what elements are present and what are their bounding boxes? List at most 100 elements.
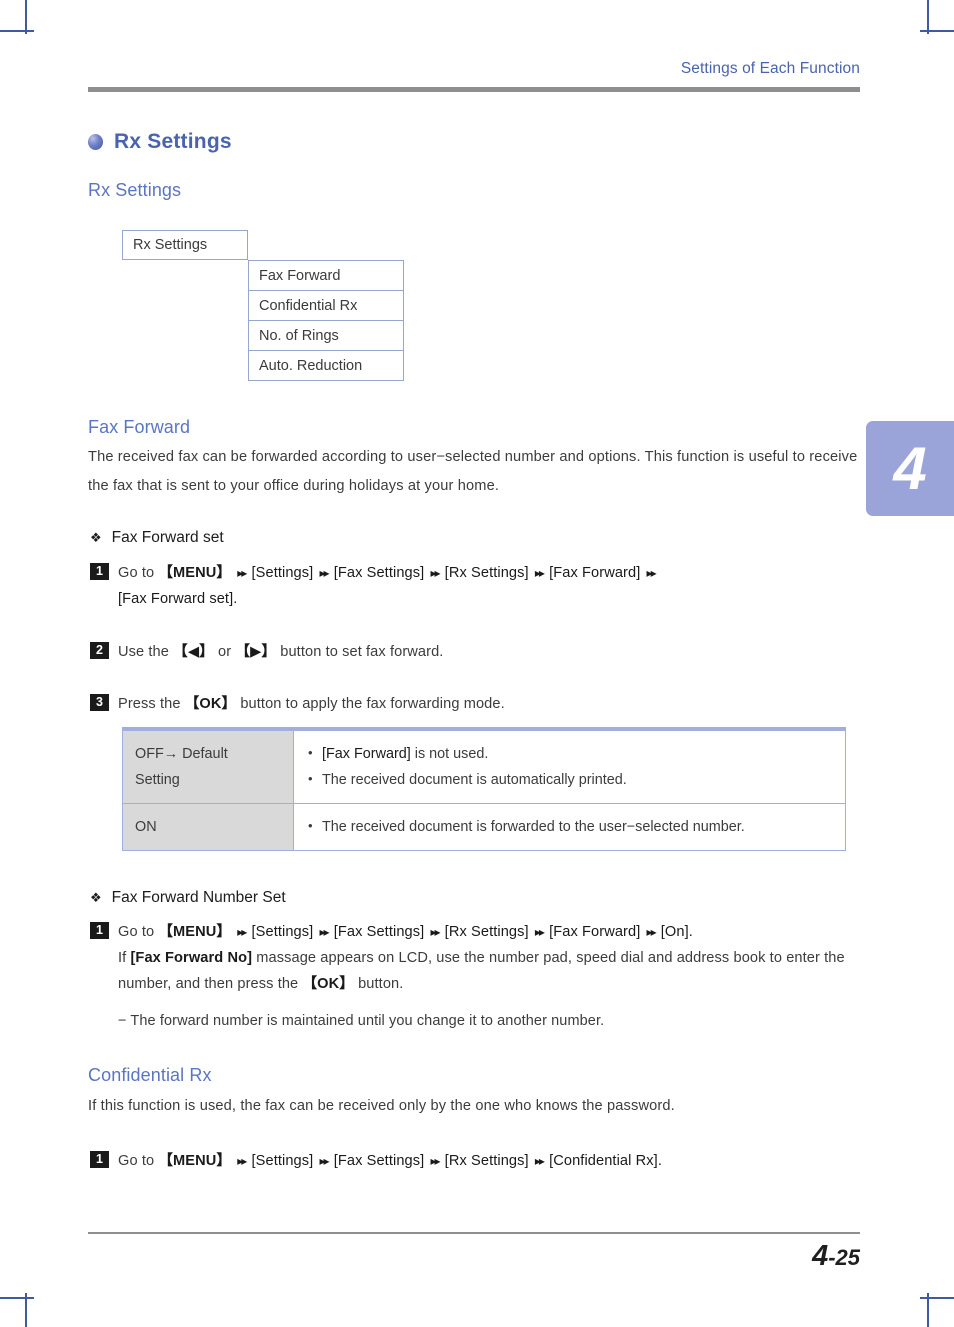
page-title: Rx Settings <box>114 130 232 153</box>
menu-map-children: Fax Forward Confidential Rx No. of Rings… <box>248 260 404 381</box>
subsection-heading-confidential-rx: Confidential Rx <box>88 1065 212 1085</box>
path-arrow-icon: ▸▸ <box>319 1154 329 1168</box>
step-item: 1 Go to 【MENU】 ▸▸ [Settings] ▸▸ [Fax Set… <box>90 1148 880 1174</box>
path-arrow-icon: ▸▸ <box>237 925 247 939</box>
path-arrow-icon: ▸▸ <box>646 925 657 939</box>
step-number-badge: 2 <box>90 642 109 659</box>
table-cell-key: OFF→ Default Setting <box>122 729 294 804</box>
step-tail: button to set fax forward. <box>280 644 444 660</box>
crop-mark-top-right-horizontal <box>920 30 954 32</box>
path-segment: [Rx Settings] <box>444 565 529 581</box>
table-row: OFF→ Default Setting [Fax Forward] is no… <box>122 729 846 804</box>
path-segment: [Fax Forward] <box>549 565 641 581</box>
path-segment: [Settings] <box>251 924 314 940</box>
path-arrow-icon: ▸▸ <box>430 566 440 580</box>
step-text: Go to 【MENU】 ▸▸ [Settings] ▸▸ [Fax Setti… <box>118 560 657 612</box>
menu-map-item: Confidential Rx <box>249 291 403 321</box>
path-segment: [Fax Settings] <box>333 1153 425 1169</box>
subsection-heading-fax-forward: Fax Forward <box>88 417 191 437</box>
path-segment: [Fax Settings] <box>333 565 425 581</box>
step-item: 2 Use the 【◀】 or 【▶】 button to set fax f… <box>90 639 790 665</box>
step-number-badge: 1 <box>90 563 109 580</box>
path-segment: [Rx Settings] <box>444 924 529 940</box>
path-segment: [Fax Settings] <box>333 924 425 940</box>
diamond-icon: ❖ <box>90 890 102 905</box>
path-arrow-icon: ▸▸ <box>534 1154 545 1168</box>
step-number-badge: 3 <box>90 694 109 711</box>
table-cell-value: The received document is forwarded to th… <box>294 804 846 851</box>
path-arrow-icon: ▸▸ <box>237 1154 247 1168</box>
path-segment: [Fax Forward] <box>549 924 641 940</box>
path-segment: [Settings] <box>251 1153 314 1169</box>
menu-map-parent: Rx Settings <box>122 230 248 260</box>
page-folio: 4-25 <box>812 1240 860 1273</box>
crop-mark-top-left-horizontal <box>0 30 34 32</box>
key-term: [Fax Forward No] <box>130 950 253 966</box>
path-segment: [Confidential Rx]. <box>549 1153 662 1169</box>
footer-rule <box>88 1232 860 1234</box>
step-line-lead: If <box>118 950 127 966</box>
key-ok: 【OK】 <box>302 976 354 992</box>
path-arrow-icon: ▸▸ <box>237 566 247 580</box>
step-line-tail: button. <box>358 976 404 992</box>
step-text: Go to 【MENU】 ▸▸ [Settings] ▸▸ [Fax Setti… <box>118 919 880 997</box>
crop-mark-bottom-left-horizontal <box>0 1297 34 1299</box>
key-term: [Fax Forward] <box>322 746 411 762</box>
subhead-label: Fax Forward Number Set <box>111 889 286 906</box>
crop-mark-top-right-vertical <box>927 0 929 34</box>
step-text: Press the 【OK】 button to apply the fax f… <box>118 691 505 717</box>
folio-minor: -25 <box>828 1245 860 1270</box>
step-item: 1 Go to 【MENU】 ▸▸ [Settings] ▸▸ [Fax Set… <box>90 560 880 612</box>
path-segment: [Fax Forward set]. <box>118 591 238 607</box>
menu-map-item: Fax Forward <box>249 261 403 291</box>
step-text: Go to 【MENU】 ▸▸ [Settings] ▸▸ [Fax Setti… <box>118 1148 662 1174</box>
list-item-text: The received document is forwarded to th… <box>322 819 745 835</box>
folio-major: 4 <box>812 1240 829 1272</box>
step-text: Use the 【◀】 or 【▶】 button to set fax for… <box>118 639 443 665</box>
document-page: Settings of Each Function 4 Rx Settings … <box>0 0 954 1327</box>
list-item-text: is not used. <box>410 746 489 762</box>
menu-map-item: Auto. Reduction <box>249 351 403 381</box>
table-cell-value: [Fax Forward] is not used. The received … <box>293 729 846 804</box>
list-item-text: The received document is automatically p… <box>322 772 627 788</box>
subhead-fax-forward-number-set: ❖ Fax Forward Number Set <box>90 889 286 907</box>
sphere-bullet-icon <box>88 134 103 150</box>
list-item: The received document is forwarded to th… <box>306 813 845 840</box>
dash-note: − The forward number is maintained until… <box>118 1013 605 1029</box>
step-lead: Go to <box>118 924 155 940</box>
path-arrow-icon: ▸▸ <box>534 925 545 939</box>
step-lead: Use the <box>118 644 169 660</box>
diamond-icon: ❖ <box>90 530 102 545</box>
fax-forward-intro: The received fax can be forwarded accord… <box>88 449 858 494</box>
section-heading-row: Rx Settings <box>88 130 232 154</box>
step-item: 1 Go to 【MENU】 ▸▸ [Settings] ▸▸ [Fax Set… <box>90 919 880 997</box>
path-arrow-icon: ▸▸ <box>646 566 657 580</box>
path-arrow-icon: ▸▸ <box>430 1154 440 1168</box>
key-right-arrow: 【▶】 <box>235 644 277 660</box>
fax-forward-option-table: OFF→ Default Setting [Fax Forward] is no… <box>122 727 846 851</box>
list-item: The received document is automatically p… <box>306 766 845 793</box>
path-arrow-icon: ▸▸ <box>319 925 329 939</box>
menu-map-diagram: Rx Settings Fax Forward Confidential Rx … <box>122 230 404 381</box>
step-tail: button to apply the fax forwarding mode. <box>240 696 505 712</box>
table-cell-key: ON <box>122 803 294 851</box>
confidential-rx-intro: If this function is used, the fax can be… <box>88 1098 675 1114</box>
key-menu: 【MENU】 <box>158 924 232 940</box>
running-head: Settings of Each Function <box>680 60 860 77</box>
key-ok: 【OK】 <box>184 696 237 712</box>
step-lead: Go to <box>118 1153 155 1169</box>
subhead-label: Fax Forward set <box>111 529 224 546</box>
key-menu: 【MENU】 <box>158 1153 232 1169</box>
table-row: ON The received document is forwarded to… <box>122 803 846 851</box>
key-left-arrow: 【◀】 <box>173 644 214 660</box>
chapter-tab: 4 <box>866 421 954 516</box>
header-rule <box>88 87 860 92</box>
subsection-heading-rx-settings: Rx Settings <box>88 180 182 200</box>
step-number-badge: 1 <box>90 922 109 939</box>
step-lead: Press the <box>118 696 181 712</box>
list-item: [Fax Forward] is not used. <box>306 740 845 767</box>
step-number-badge: 1 <box>90 1151 109 1168</box>
menu-map-item: No. of Rings <box>249 321 403 351</box>
path-segment: [On]. <box>660 924 693 940</box>
key-menu: 【MENU】 <box>158 565 232 581</box>
